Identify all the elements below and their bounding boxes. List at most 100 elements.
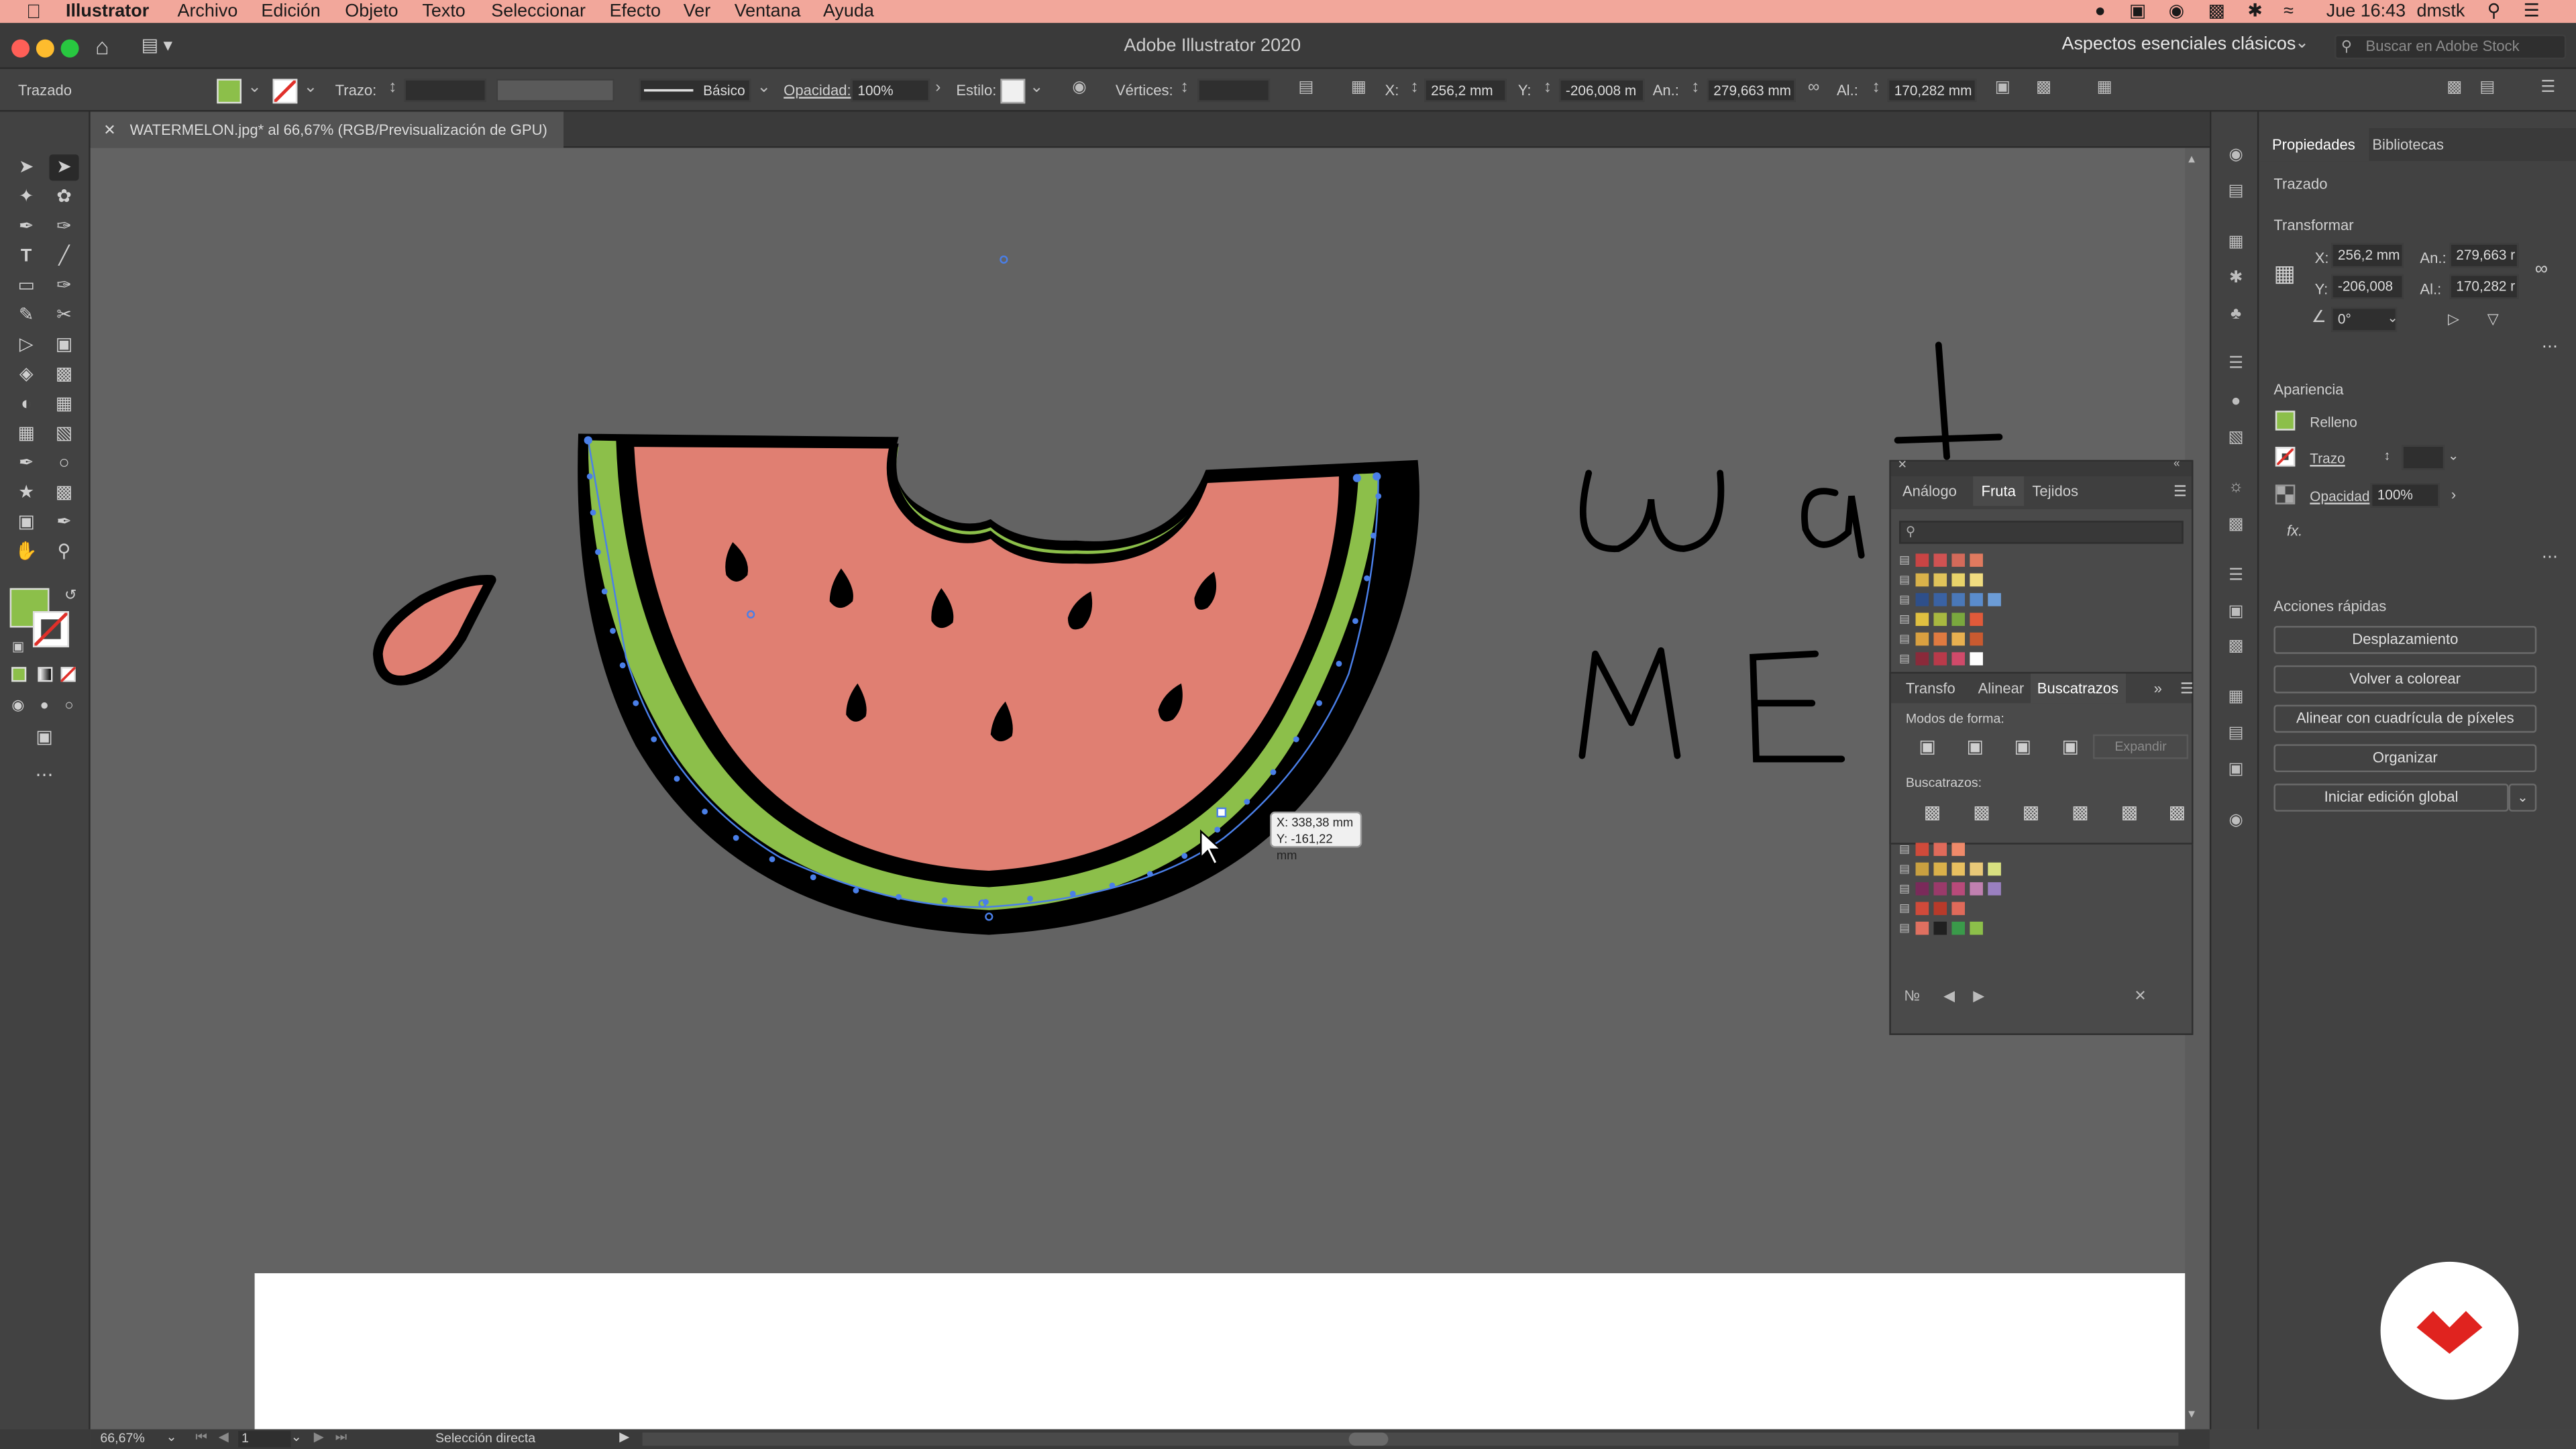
- swatch[interactable]: [1970, 612, 1983, 627]
- free-transform-tool-icon[interactable]: ▩: [49, 362, 78, 388]
- scroll-up-icon[interactable]: ▴: [2188, 151, 2195, 166]
- swatch[interactable]: [1915, 652, 1929, 665]
- merge-icon[interactable]: ▩: [2023, 802, 2039, 823]
- stroke-icon[interactable]: ☰: [2222, 354, 2249, 376]
- swatch-group-folder-icon[interactable]: ▤: [1899, 902, 1910, 917]
- swatch[interactable]: [1915, 902, 1929, 916]
- tab-fruta[interactable]: Fruta: [1973, 476, 2025, 506]
- chevron-down-icon[interactable]: ⌄: [2508, 784, 2537, 812]
- align-to-pixel-grid-button[interactable]: Alinear con cuadrícula de píxeles: [2273, 704, 2537, 733]
- scrollbar-thumb[interactable]: [1348, 1432, 1389, 1446]
- asset-export-icon[interactable]: ▣: [2222, 601, 2249, 624]
- swatch[interactable]: [1970, 553, 1983, 567]
- chevron-right-icon[interactable]: ›: [2451, 486, 2456, 502]
- swatch-group-folder-icon[interactable]: ▤: [1899, 922, 1910, 936]
- swatch[interactable]: [1933, 593, 1947, 606]
- zoom-level[interactable]: 66,67%: [100, 1431, 144, 1446]
- workspace-switcher[interactable]: Aspectos esenciales clásicos: [2061, 34, 2296, 54]
- graphic-style-swatch[interactable]: [1000, 78, 1026, 104]
- variable-width-profile[interactable]: [496, 78, 614, 102]
- tab-tejidos[interactable]: Tejidos: [2032, 476, 2078, 506]
- default-colors-icon[interactable]: ▣: [3, 634, 33, 660]
- swatch[interactable]: [1951, 882, 1966, 896]
- swatch[interactable]: [1951, 553, 1966, 567]
- swatch[interactable]: [1915, 612, 1929, 627]
- swatch[interactable]: [1933, 902, 1947, 916]
- stock-search-box[interactable]: ⚲ Buscar en Adobe Stock: [2334, 34, 2567, 60]
- stroke-color-box[interactable]: [32, 611, 69, 647]
- swatch[interactable]: [1915, 553, 1929, 567]
- tools-icon[interactable]: ✕: [2134, 987, 2146, 1006]
- line-tool-icon[interactable]: ╱: [49, 243, 78, 269]
- minus-back-icon[interactable]: ▩: [2169, 802, 2186, 823]
- magic-wand-tool-icon[interactable]: ✦: [11, 184, 41, 210]
- screen-icon[interactable]: ▣: [2129, 0, 2146, 23]
- swatch[interactable]: [1933, 862, 1947, 876]
- x-stepper-icon[interactable]: ↕: [1403, 77, 1426, 100]
- panel-drag-bar[interactable]: ✕ «: [1890, 458, 2192, 477]
- close-tab-icon[interactable]: ✕: [103, 121, 115, 138]
- curvature-tool-icon[interactable]: ✑: [49, 213, 78, 239]
- reference-point-icon[interactable]: ▦: [2273, 260, 2295, 288]
- recolor-button[interactable]: Volver a colorear: [2273, 665, 2537, 694]
- menu-texto[interactable]: Texto: [422, 0, 465, 23]
- divide-icon[interactable]: ▩: [1924, 802, 1941, 823]
- constrain-proportions-icon[interactable]: ∞: [2535, 260, 2548, 279]
- swatch[interactable]: [1951, 902, 1966, 916]
- swatch[interactable]: [1915, 882, 1929, 896]
- offset-path-button[interactable]: Desplazamiento: [2273, 626, 2537, 654]
- document-tab[interactable]: ✕ WATERMELON.jpg* al 66,67% (RGB/Previsu…: [90, 111, 564, 148]
- app-icon[interactable]: ▩: [2208, 0, 2224, 23]
- chevron-right-icon[interactable]: ›: [926, 77, 949, 100]
- panel-menu-icon[interactable]: ☰: [2174, 476, 2187, 506]
- export-icon[interactable]: ▤: [2222, 180, 2249, 203]
- color-guide-icon[interactable]: ◉: [2222, 810, 2249, 833]
- artboard-number-field[interactable]: 1: [238, 1431, 291, 1448]
- exclude-icon[interactable]: ▣: [2061, 736, 2078, 757]
- vertices-stepper-icon[interactable]: ↕: [1173, 77, 1196, 100]
- swatch[interactable]: [1951, 632, 1966, 646]
- type-tool-icon[interactable]: T: [11, 243, 41, 269]
- perspective-grid-tool-icon[interactable]: ▦: [49, 391, 78, 417]
- swatch[interactable]: [1915, 593, 1929, 606]
- swatch[interactable]: [1951, 593, 1966, 606]
- swatch[interactable]: [1915, 862, 1929, 876]
- swatch[interactable]: [1970, 882, 1983, 896]
- width-stepper-icon[interactable]: ↕: [1684, 77, 1707, 100]
- swatch[interactable]: [1951, 612, 1966, 627]
- swatches-icon[interactable]: ▦: [2222, 231, 2249, 254]
- library-menu-icon[interactable]: №: [1904, 987, 1920, 1004]
- swatch-group-folder-icon[interactable]: ▤: [1899, 863, 1910, 877]
- align-options-icon[interactable]: ▤: [1295, 77, 1318, 100]
- more-options-icon[interactable]: ⋯: [2542, 338, 2558, 356]
- swatch[interactable]: [1951, 921, 1966, 935]
- slice-tool-icon[interactable]: ✒: [49, 509, 78, 535]
- swatch[interactable]: [1933, 882, 1947, 896]
- menu-seleccionar[interactable]: Seleccionar: [491, 0, 586, 23]
- swatch[interactable]: [1915, 843, 1929, 856]
- height-field[interactable]: 170,282 mm: [1887, 78, 1977, 102]
- width-field[interactable]: 279,663 mm: [1707, 78, 1796, 102]
- stroke-label[interactable]: Trazo: [2310, 450, 2345, 466]
- height-field[interactable]: 170,282 r: [2449, 274, 2519, 299]
- next-library-icon[interactable]: ▶: [1973, 987, 1984, 1006]
- swatch[interactable]: [1933, 612, 1947, 627]
- opacity-label[interactable]: Opacidad:: [784, 69, 851, 112]
- blend-tool-icon[interactable]: ○: [49, 450, 78, 476]
- width-tool-icon[interactable]: ◈: [11, 362, 41, 388]
- flip-vertical-icon[interactable]: ▽: [2487, 311, 2499, 329]
- swatch[interactable]: [1915, 632, 1929, 646]
- chevron-down-icon[interactable]: ⌄: [2387, 311, 2398, 325]
- layers-icon[interactable]: ☰: [2222, 565, 2249, 588]
- swatch[interactable]: [1915, 573, 1929, 587]
- chevron-down-icon[interactable]: ⌄: [290, 1430, 301, 1444]
- clock[interactable]: Jue 16:43: [2326, 0, 2406, 23]
- notification-center-icon[interactable]: ☰: [2524, 0, 2540, 23]
- graphic-styles-icon[interactable]: ▩: [2222, 515, 2249, 537]
- rectangle-tool-icon[interactable]: ▭: [11, 273, 41, 299]
- draw-normal-icon[interactable]: ◉: [3, 692, 33, 718]
- last-artboard-icon[interactable]: ⏭: [335, 1430, 347, 1446]
- status-menu-icon[interactable]: ▶: [619, 1430, 629, 1444]
- align-icon[interactable]: ▤: [2476, 77, 2499, 100]
- pen-tool-icon[interactable]: ✒: [11, 213, 41, 239]
